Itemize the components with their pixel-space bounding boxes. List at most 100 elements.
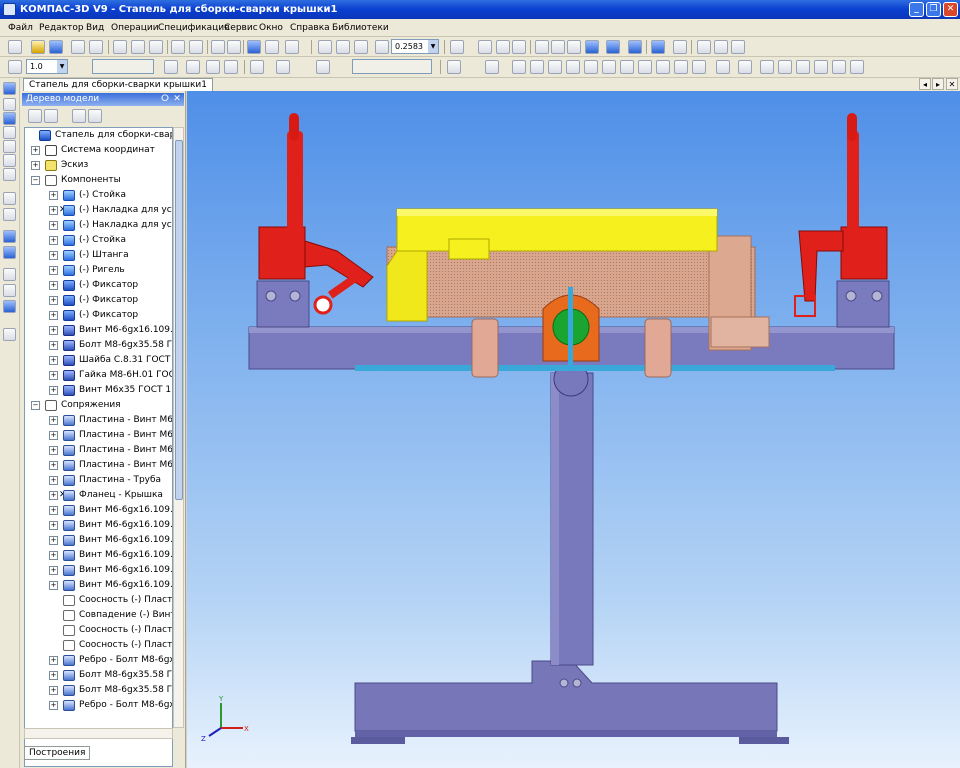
- layer-combo[interactable]: [92, 59, 154, 74]
- orient-icon[interactable]: [496, 40, 510, 54]
- rectangle-icon[interactable]: [548, 60, 562, 74]
- hidden-thin-icon[interactable]: [567, 40, 581, 54]
- cut-icon[interactable]: [113, 40, 127, 54]
- reports-icon[interactable]: [3, 284, 16, 297]
- spline-icon[interactable]: [584, 60, 598, 74]
- snap-icon[interactable]: [206, 60, 220, 74]
- tree-item[interactable]: + (-) Стойка: [25, 188, 172, 203]
- properties-panel-icon[interactable]: [3, 328, 16, 341]
- library-manager-icon[interactable]: [189, 40, 203, 54]
- tree-item[interactable]: + (-) Фиксатор: [25, 293, 172, 308]
- dimension-icon[interactable]: [716, 60, 730, 74]
- mirror-icon[interactable]: [674, 60, 688, 74]
- align-icon[interactable]: [760, 60, 774, 74]
- pin-icon[interactable]: ⵔ: [160, 93, 170, 106]
- step-icon[interactable]: [8, 60, 22, 74]
- specification-icon[interactable]: [3, 268, 16, 281]
- variables-icon[interactable]: [697, 40, 711, 54]
- tree-item[interactable]: + Пластина - Винт М6x16: [25, 428, 172, 443]
- local-cs-icon[interactable]: [186, 60, 200, 74]
- polygon-icon[interactable]: [566, 60, 580, 74]
- tree-item[interactable]: + (-) Фиксатор: [25, 278, 172, 293]
- menu-view[interactable]: Вид: [86, 19, 104, 37]
- tree-item[interactable]: Стапель для сборки-сварки кры: [25, 128, 172, 143]
- expand-icon[interactable]: +: [49, 536, 58, 545]
- style-combo[interactable]: [352, 59, 432, 74]
- tree-item[interactable]: Соосность (-) Пластин: [25, 623, 172, 638]
- constraint-icon[interactable]: [738, 60, 752, 74]
- filter-icon[interactable]: [3, 246, 16, 259]
- sketch-tool-icon[interactable]: [447, 60, 461, 74]
- tree-item[interactable]: + Гайка М8-6Н.01 ГОС: [25, 368, 172, 383]
- expand-icon[interactable]: +: [49, 671, 58, 680]
- document-tab[interactable]: Стапель для сборки-сварки крышки1: [23, 78, 214, 91]
- tree-item[interactable]: + Винт М6x35 ГОСТ 11473: [25, 383, 172, 398]
- tree-structure-icon[interactable]: [44, 109, 58, 123]
- tree-item[interactable]: + (-) Стойка: [25, 233, 172, 248]
- print-preview-icon[interactable]: [89, 40, 103, 54]
- expand-icon[interactable]: +: [49, 281, 58, 290]
- tree-item[interactable]: + Болт М8-6gx35.58 ГО: [25, 338, 172, 353]
- measure-tool-icon[interactable]: [3, 230, 16, 243]
- chamfer-icon[interactable]: [638, 60, 652, 74]
- redo-icon[interactable]: [227, 40, 241, 54]
- curves-icon[interactable]: [3, 154, 16, 167]
- copy-icon[interactable]: [131, 40, 145, 54]
- expand-icon[interactable]: +: [49, 236, 58, 245]
- expand-icon[interactable]: +: [49, 476, 58, 485]
- expand-icon[interactable]: +: [49, 341, 58, 350]
- expand-icon[interactable]: +: [49, 551, 58, 560]
- tree-filter-icon[interactable]: [72, 109, 86, 123]
- edit-assembly-icon[interactable]: [3, 82, 16, 95]
- expand-icon[interactable]: +: [49, 686, 58, 695]
- tab-scroll-right-icon[interactable]: ▸: [932, 78, 944, 90]
- tree-item[interactable]: + Винт М6-6gx16.109.30: [25, 578, 172, 593]
- zoom-scale-icon[interactable]: [375, 40, 389, 54]
- fix-icon[interactable]: [850, 60, 864, 74]
- tree-item[interactable]: +✕Фланец - Крышка: [25, 488, 172, 503]
- aux-geometry-icon[interactable]: [3, 192, 16, 205]
- tree-item[interactable]: + Ребро - Болт М8-6gx35: [25, 698, 172, 713]
- manager-icon[interactable]: [714, 40, 728, 54]
- menu-libraries[interactable]: Библиотеки: [332, 19, 389, 37]
- shaded-edges-icon[interactable]: [606, 40, 620, 54]
- expand-icon[interactable]: +: [49, 386, 58, 395]
- tree-item[interactable]: + Пластина - Винт М6x16: [25, 413, 172, 428]
- tab-close-icon[interactable]: ✕: [946, 78, 958, 90]
- save-icon[interactable]: [49, 40, 63, 54]
- grid-icon[interactable]: [164, 60, 178, 74]
- expand-icon[interactable]: +: [49, 296, 58, 305]
- parameters-icon[interactable]: [316, 60, 330, 74]
- hatch-icon[interactable]: [602, 60, 616, 74]
- horizontal-icon[interactable]: [778, 60, 792, 74]
- expand-icon[interactable]: +: [49, 491, 58, 500]
- cursor-icon[interactable]: [265, 40, 279, 54]
- refresh-icon[interactable]: [512, 40, 526, 54]
- tree-item[interactable]: Соосность (-) Пластин: [25, 593, 172, 608]
- tree-item[interactable]: + Ребро - Болт М8-6gx35: [25, 653, 172, 668]
- properties-icon[interactable]: [171, 40, 185, 54]
- collapse-icon[interactable]: −: [31, 401, 40, 410]
- expand-icon[interactable]: +: [49, 446, 58, 455]
- scroll-thumb[interactable]: [175, 140, 183, 500]
- component-icon[interactable]: [3, 98, 16, 111]
- expand-icon[interactable]: +: [49, 356, 58, 365]
- assembly-model[interactable]: Y X Z: [187, 91, 960, 768]
- undo-icon[interactable]: [211, 40, 225, 54]
- tree-panel-icon[interactable]: [247, 40, 261, 54]
- menu-window[interactable]: Окно: [259, 19, 283, 37]
- collapse-icon[interactable]: −: [31, 176, 40, 185]
- expand-icon[interactable]: +: [49, 326, 58, 335]
- expand-icon[interactable]: +: [49, 701, 58, 710]
- arc-icon[interactable]: [530, 60, 544, 74]
- expand-icon[interactable]: +: [49, 206, 58, 215]
- expand-icon[interactable]: +: [49, 581, 58, 590]
- zoom-out-icon[interactable]: [354, 40, 368, 54]
- tree-item[interactable]: + (-) Накладка для устан: [25, 218, 172, 233]
- circle-icon[interactable]: [512, 60, 526, 74]
- cursor-coord-icon[interactable]: [276, 60, 290, 74]
- tree-item[interactable]: + Винт М6-6gx16.109.30: [25, 563, 172, 578]
- menu-service[interactable]: Сервис: [224, 19, 258, 37]
- tree-item[interactable]: + Винт М6-6gx16.109.30: [25, 518, 172, 533]
- tree-vertical-scrollbar[interactable]: [173, 127, 184, 728]
